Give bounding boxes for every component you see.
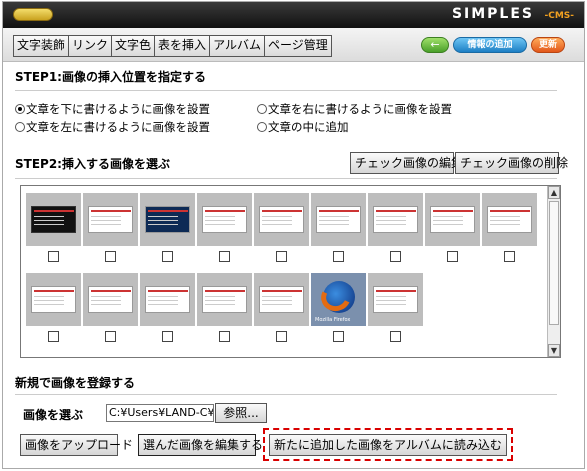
thumbnail-image[interactable] — [26, 193, 81, 246]
register-title: 新規で画像を登録する — [15, 376, 136, 390]
logo-pill — [13, 8, 53, 21]
thumbnail-checkbox[interactable] — [162, 251, 173, 262]
thumbnail-checkbox[interactable] — [333, 331, 344, 342]
cms-window: SIMPLES -CMS- 文字装飾 リンク 文字色 表を挿入 アルバム ページ… — [2, 1, 585, 469]
thumbnail[interactable] — [311, 193, 366, 262]
thumbnail[interactable] — [140, 273, 195, 342]
thumbnail[interactable] — [368, 273, 423, 342]
editor-menu: 文字装飾 リンク 文字色 表を挿入 アルバム ページ管理 — [13, 35, 332, 57]
thumbnail-checkbox[interactable] — [219, 251, 230, 262]
gallery-scrollbar[interactable]: ▲ ▼ — [547, 186, 560, 357]
thumbnail-checkbox[interactable] — [447, 251, 458, 262]
highlight-annotation — [263, 428, 513, 461]
delete-checked-button[interactable]: チェック画像の削除 — [455, 152, 568, 174]
thumbnail-image[interactable] — [311, 193, 366, 246]
radio-label: 文章の中に追加 — [268, 120, 349, 134]
thumbnail-checkbox[interactable] — [162, 331, 173, 342]
thumbnail-checkbox[interactable] — [276, 331, 287, 342]
radio-right-text[interactable]: 文章を右に書けるように画像を設置 — [257, 101, 452, 117]
step1-title: STEP1:画像の挿入位置を指定する — [15, 70, 206, 84]
menu-page-management[interactable]: ページ管理 — [264, 36, 331, 56]
update-button[interactable]: 更新 — [531, 37, 565, 53]
add-info-button[interactable]: 情報の追加 — [453, 37, 527, 53]
thumbnail-image[interactable] — [197, 193, 252, 246]
browse-button[interactable]: 参照... — [215, 403, 267, 423]
toolbar: 文字装飾 リンク 文字色 表を挿入 アルバム ページ管理 ← 情報の追加 更新 — [3, 28, 584, 62]
menu-link[interactable]: リンク — [69, 36, 113, 56]
thumbnail-image[interactable] — [140, 193, 195, 246]
divider — [15, 394, 557, 395]
thumbnail-checkbox[interactable] — [333, 251, 344, 262]
divider — [15, 90, 557, 91]
scroll-up-icon[interactable]: ▲ — [548, 186, 560, 199]
menu-text-decoration[interactable]: 文字装飾 — [14, 36, 70, 56]
radio-label: 文章を右に書けるように画像を設置 — [268, 102, 452, 116]
thumbnail[interactable] — [425, 193, 480, 262]
radio-inline-text[interactable]: 文章の中に追加 — [257, 119, 349, 135]
thumbnail-checkbox[interactable] — [48, 251, 59, 262]
thumbnail-image[interactable] — [83, 193, 138, 246]
menu-text-color[interactable]: 文字色 — [112, 36, 156, 56]
thumbnail-image[interactable] — [368, 273, 423, 326]
thumbnail-checkbox[interactable] — [390, 331, 401, 342]
radio-dot-selected[interactable] — [15, 104, 25, 114]
radio-label: 文章を下に書けるように画像を設置 — [26, 102, 210, 116]
thumbnail[interactable] — [254, 193, 309, 262]
thumbnail[interactable] — [26, 273, 81, 342]
thumbnail-image[interactable] — [83, 273, 138, 326]
thumbnail-image[interactable] — [140, 273, 195, 326]
thumbnail[interactable] — [368, 193, 423, 262]
top-bar: SIMPLES -CMS- — [3, 2, 584, 28]
scroll-thumb[interactable] — [549, 201, 559, 325]
thumbnail-image[interactable] — [254, 193, 309, 246]
radio-dot[interactable] — [257, 122, 267, 132]
radio-label: 文章を左に書けるように画像を設置 — [26, 120, 210, 134]
radio-below-text[interactable]: 文章を下に書けるように画像を設置 — [15, 101, 210, 117]
thumbnail[interactable]: Mozilla Firefox — [311, 273, 366, 342]
thumbnail-checkbox[interactable] — [105, 251, 116, 262]
back-button[interactable]: ← — [421, 37, 449, 53]
radio-dot[interactable] — [257, 104, 267, 114]
scroll-down-icon[interactable]: ▼ — [548, 344, 560, 357]
radio-left-text[interactable]: 文章を左に書けるように画像を設置 — [15, 119, 210, 135]
menu-album[interactable]: アルバム — [210, 36, 265, 56]
thumbnail[interactable] — [197, 193, 252, 262]
thumbnail-checkbox[interactable] — [219, 331, 230, 342]
thumbnail-image[interactable] — [368, 193, 423, 246]
thumbnail[interactable] — [197, 273, 252, 342]
thumbnail-checkbox[interactable] — [504, 251, 515, 262]
upload-image-button[interactable]: 画像をアップロード — [20, 434, 133, 456]
brand-subtitle: -CMS- — [544, 11, 574, 21]
thumbnail[interactable] — [83, 273, 138, 342]
thumbnail-image[interactable] — [26, 273, 81, 326]
thumbnail[interactable] — [26, 193, 81, 262]
thumbnail-checkbox[interactable] — [105, 331, 116, 342]
thumbnail-image[interactable] — [254, 273, 309, 326]
file-path-input[interactable]: C:¥Users¥LAND-C¥ — [106, 404, 214, 422]
thumbnail-checkbox[interactable] — [390, 251, 401, 262]
thumbnail-checkbox[interactable] — [48, 331, 59, 342]
step2-title: STEP2:挿入する画像を選ぶ — [15, 157, 170, 171]
firefox-thumbnail-image[interactable]: Mozilla Firefox — [311, 273, 366, 326]
thumbnail[interactable] — [254, 273, 309, 342]
brand-logo: SIMPLES — [451, 6, 534, 22]
menu-insert-table[interactable]: 表を挿入 — [155, 36, 211, 56]
thumbnail-image[interactable] — [197, 273, 252, 326]
thumbnail[interactable] — [83, 193, 138, 262]
thumbnail-image[interactable] — [425, 193, 480, 246]
thumbnail-checkbox[interactable] — [276, 251, 287, 262]
image-gallery: Mozilla Firefox ▲ ▼ — [20, 185, 561, 358]
choose-image-label: 画像を選ぶ — [23, 408, 84, 422]
thumbnail-image[interactable] — [482, 193, 537, 246]
thumbnail[interactable] — [482, 193, 537, 262]
divider — [15, 178, 557, 179]
radio-dot[interactable] — [15, 122, 25, 132]
edit-checked-button[interactable]: チェック画像の編集 — [350, 152, 463, 174]
edit-selected-image-button[interactable]: 選んだ画像を編集する — [138, 434, 263, 456]
thumbnail[interactable] — [140, 193, 195, 262]
firefox-caption: Mozilla Firefox — [315, 317, 351, 323]
